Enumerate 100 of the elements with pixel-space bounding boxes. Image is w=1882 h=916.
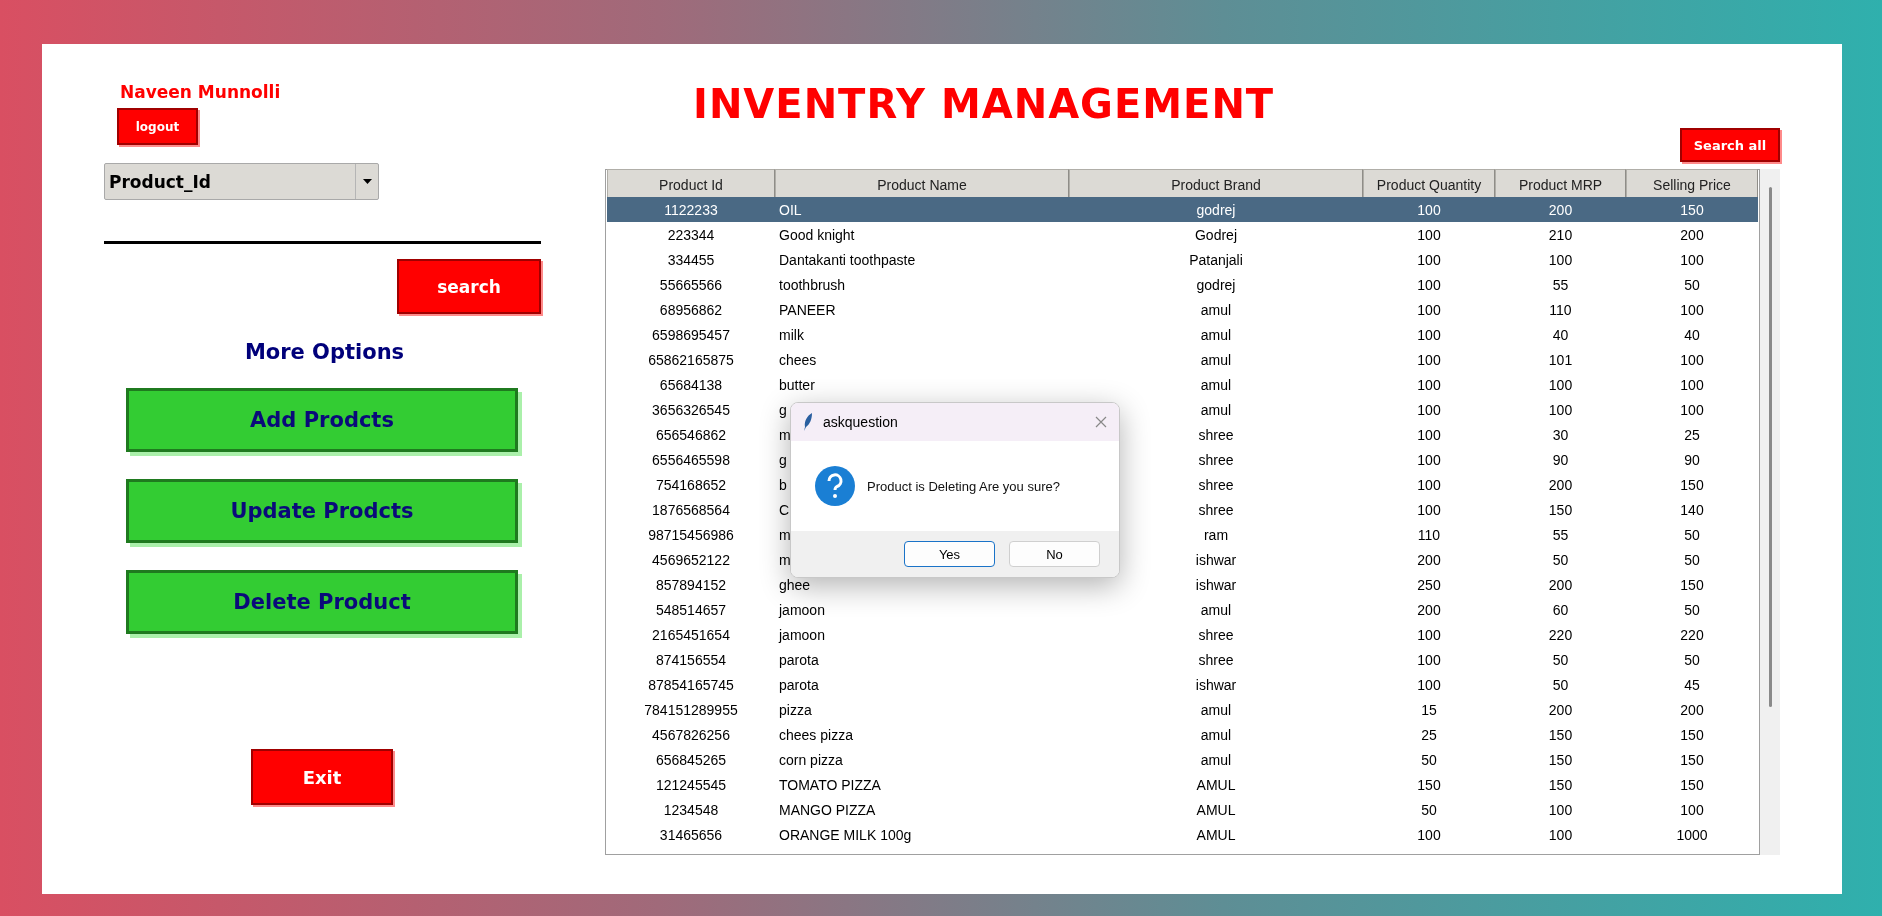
table-cell: 55665566 [659,276,723,293]
table-cell: 121245545 [655,776,727,793]
table-cell: AMUL [1196,801,1236,818]
table-cell: 1122233 [664,201,718,218]
search-all-button[interactable]: Search all [1680,128,1780,162]
table-cell: 334455 [667,251,715,268]
table-cell: 100 [1417,351,1441,368]
table-cell: 100 [1417,501,1441,518]
table-cell: shree [1198,451,1234,468]
table-cell: 6556465598 [652,451,730,468]
table-cell: amul [1200,726,1232,743]
table-cell: 150 [1680,576,1704,593]
table-cell: butter [779,376,815,393]
table-cell: 50 [1684,651,1700,668]
table-cell: b [779,476,787,493]
table-cell: 200 [1548,201,1573,218]
table-cell: 110 [1417,526,1441,543]
dialog-button[interactable]: Yes [904,541,995,567]
search-by-dropdown[interactable]: Product_Id [104,163,379,200]
table-cell: 55 [1552,276,1569,293]
table-cell: 100 [1548,376,1573,393]
table-cell: shree [1198,501,1234,518]
table-cell: 100 [1417,226,1441,243]
table-cell: 200 [1548,476,1573,493]
scrollbar[interactable] [1760,169,1780,855]
table-cell: MANGO PIZZA [779,801,876,818]
table-cell: PANEER [779,301,836,318]
table-cell: 90 [1552,451,1569,468]
table-cell: 220 [1680,626,1704,643]
close-icon[interactable] [1095,416,1107,428]
table-cell: toothbrush [779,276,846,293]
table-cell: 150 [1680,726,1704,743]
table-cell: 101 [1548,351,1573,368]
table-cell: TOMATO PIZZA [779,776,881,793]
table-cell: 50 [1684,551,1700,568]
table-cell: pizza [779,701,812,718]
table-cell: amul [1200,401,1232,418]
table-cell: 25 [1421,726,1437,743]
table-cell: 2165451654 [652,626,730,643]
table-cell: 100 [1417,626,1441,643]
table-cell: ishwar [1195,551,1237,568]
table-cell: 150 [1680,476,1704,493]
table-cell: 223344 [667,226,715,243]
table-cell: 150 [1680,751,1704,768]
table-cell: 50 [1684,601,1700,618]
table-cell: 220 [1548,626,1573,643]
table-cell: amul [1200,751,1232,768]
table-cell: ishwar [1195,576,1237,593]
table-cell: Good knight [779,226,855,243]
table-cell: ram [1203,526,1229,543]
table-cell: amul [1200,301,1232,318]
table-cell: 100 [1417,451,1441,468]
dialog-button[interactable]: No [1009,541,1100,567]
table-cell: 200 [1417,551,1441,568]
table-cell: 50 [1684,276,1700,293]
table-cell: 50 [1552,676,1569,693]
page-title: INVENTRY MANAGEMENT [692,80,1276,128]
table-cell: chees pizza [779,726,853,743]
question-icon [815,466,855,506]
table-cell: 656546862 [655,426,727,443]
table-cell: Dantakanti toothpaste [779,251,916,268]
table-cell: shree [1198,476,1234,493]
table-cell: 100 [1417,376,1441,393]
search-button[interactable]: search [397,259,541,314]
table-cell: 55 [1552,526,1569,543]
table-cell: 100 [1417,251,1441,268]
table-cell: amul [1200,376,1232,393]
table-cell: shree [1198,426,1234,443]
table-cell: 1234548 [663,801,719,818]
table-cell: 6598695457 [652,326,730,343]
table-cell: m [779,526,791,543]
table-cell: AMUL [1196,776,1236,793]
table-cell: parota [779,676,819,693]
table-row[interactable]: 1122233 OIL godrej 100 200 150 [607,197,1758,222]
dialog-message: Product is Deleting Are you sure? [867,478,1060,494]
table-cell: 150 [1680,776,1704,793]
table-cell: 15 [1421,701,1437,718]
table-cell: 90 [1684,451,1700,468]
table-cell: 100 [1417,276,1441,293]
table-cell: g [779,401,787,418]
table-cell: 100 [1680,376,1704,393]
table-cell: amul [1200,601,1232,618]
table-cell: 200 [1548,701,1573,718]
table-cell: 30 [1552,426,1569,443]
table-cell: godrej [1196,201,1236,218]
exit-button[interactable]: Exit [251,749,393,805]
user-name: Naveen Munnolli [120,82,282,104]
more-options-heading: More Options [244,340,405,364]
feather-icon [803,413,813,431]
table-cell: 100 [1417,676,1441,693]
table-cell: 100 [1417,476,1441,493]
logout-button[interactable]: logout [117,108,198,145]
table-cell: 98715456986 [648,526,734,543]
table-cell: 3656326545 [652,401,730,418]
table-cell: 50 [1421,801,1437,818]
table-cell: ghee [779,576,811,593]
table-cell: 25 [1684,426,1700,443]
table-cell: 87854165745 [648,676,734,693]
table-cell: 40 [1552,326,1569,343]
table-cell: Godrej [1195,226,1237,243]
